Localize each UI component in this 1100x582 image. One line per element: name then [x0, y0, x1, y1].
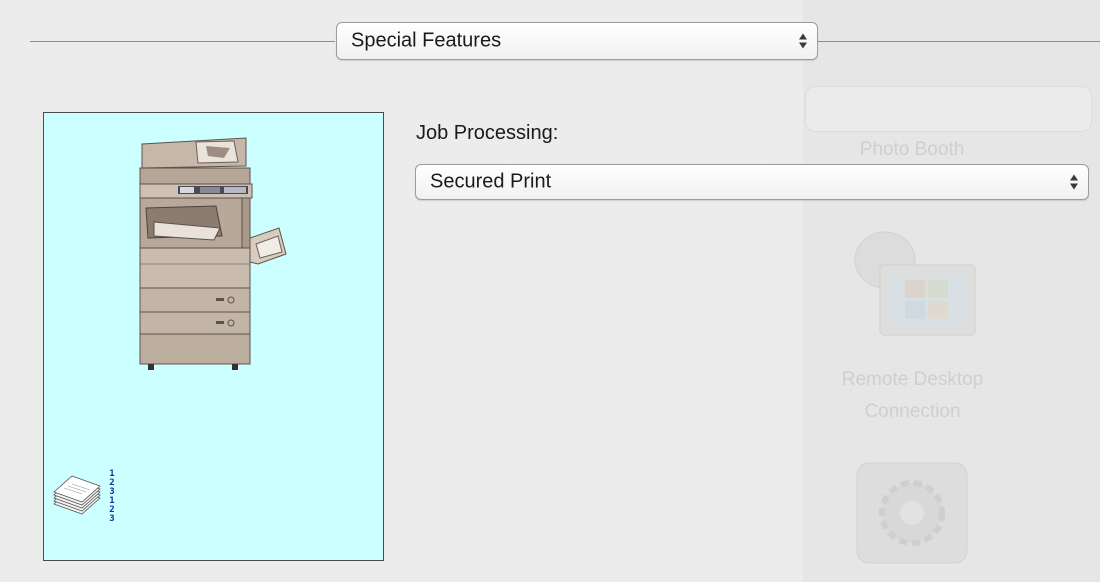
popup-arrows-icon	[799, 33, 807, 49]
job-processing-value: Secured Print	[430, 170, 552, 193]
features-popup[interactable]: Special Features	[336, 22, 818, 60]
paper-stack-icon	[53, 475, 101, 515]
collate-order-digits: 1 2 3 1 2 3	[109, 469, 115, 524]
system-preferences-icon	[856, 462, 968, 564]
header-divider-left	[30, 41, 335, 42]
background-photo-booth-label: Photo Booth	[859, 139, 965, 160]
popup-arrows-icon	[1070, 174, 1078, 190]
background-remote-desktop-label: Remote Desktop Connection	[841, 369, 984, 422]
job-processing-popup[interactable]: Secured Print	[415, 164, 1089, 200]
job-processing-label: Job Processing:	[416, 122, 559, 144]
remote-desktop-icon	[854, 231, 976, 336]
features-popup-value: Special Features	[351, 29, 502, 52]
printer-copier-icon	[139, 137, 287, 370]
background-search-field	[805, 86, 1092, 132]
header-divider-right	[818, 41, 1100, 42]
